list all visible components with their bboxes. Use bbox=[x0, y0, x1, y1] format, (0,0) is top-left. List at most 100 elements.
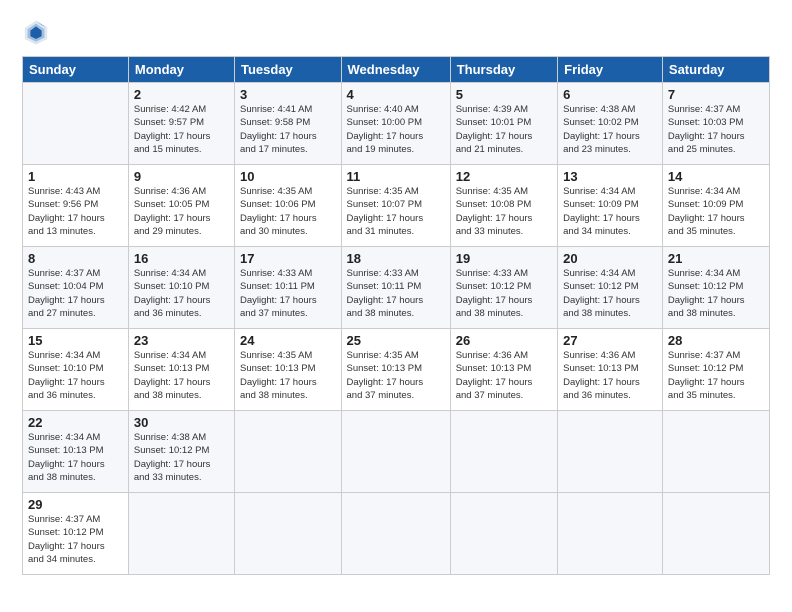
calendar-cell: 18Sunrise: 4:33 AMSunset: 10:11 PMDaylig… bbox=[341, 247, 450, 329]
calendar-cell bbox=[450, 493, 557, 575]
weekday-wednesday: Wednesday bbox=[341, 57, 450, 83]
calendar-cell: 8Sunrise: 4:37 AMSunset: 10:04 PMDayligh… bbox=[23, 247, 129, 329]
day-detail: Sunrise: 4:38 AMSunset: 10:12 PMDaylight… bbox=[134, 431, 229, 484]
logo bbox=[22, 18, 53, 46]
weekday-tuesday: Tuesday bbox=[235, 57, 342, 83]
calendar-cell: 3Sunrise: 4:41 AMSunset: 9:58 PMDaylight… bbox=[235, 83, 342, 165]
calendar-cell bbox=[235, 411, 342, 493]
day-detail: Sunrise: 4:33 AMSunset: 10:12 PMDaylight… bbox=[456, 267, 552, 320]
calendar-cell: 14Sunrise: 4:34 AMSunset: 10:09 PMDaylig… bbox=[662, 165, 769, 247]
day-number: 29 bbox=[28, 497, 123, 512]
calendar-cell: 17Sunrise: 4:33 AMSunset: 10:11 PMDaylig… bbox=[235, 247, 342, 329]
calendar-cell: 6Sunrise: 4:38 AMSunset: 10:02 PMDayligh… bbox=[558, 83, 663, 165]
day-detail: Sunrise: 4:37 AMSunset: 10:03 PMDaylight… bbox=[668, 103, 764, 156]
calendar-cell bbox=[662, 411, 769, 493]
day-number: 17 bbox=[240, 251, 336, 266]
day-detail: Sunrise: 4:37 AMSunset: 10:12 PMDaylight… bbox=[28, 513, 123, 566]
calendar-cell: 15Sunrise: 4:34 AMSunset: 10:10 PMDaylig… bbox=[23, 329, 129, 411]
calendar-table: SundayMondayTuesdayWednesdayThursdayFrid… bbox=[22, 56, 770, 575]
day-detail: Sunrise: 4:35 AMSunset: 10:13 PMDaylight… bbox=[240, 349, 336, 402]
day-detail: Sunrise: 4:41 AMSunset: 9:58 PMDaylight:… bbox=[240, 103, 336, 156]
calendar-cell bbox=[558, 411, 663, 493]
calendar-cell bbox=[128, 493, 234, 575]
day-number: 12 bbox=[456, 169, 552, 184]
day-detail: Sunrise: 4:34 AMSunset: 10:12 PMDaylight… bbox=[563, 267, 657, 320]
calendar-cell: 21Sunrise: 4:34 AMSunset: 10:12 PMDaylig… bbox=[662, 247, 769, 329]
day-number: 8 bbox=[28, 251, 123, 266]
day-detail: Sunrise: 4:34 AMSunset: 10:12 PMDaylight… bbox=[668, 267, 764, 320]
calendar-week-1: 2Sunrise: 4:42 AMSunset: 9:57 PMDaylight… bbox=[23, 83, 770, 165]
day-number: 27 bbox=[563, 333, 657, 348]
calendar-cell: 28Sunrise: 4:37 AMSunset: 10:12 PMDaylig… bbox=[662, 329, 769, 411]
calendar-cell bbox=[235, 493, 342, 575]
day-detail: Sunrise: 4:38 AMSunset: 10:02 PMDaylight… bbox=[563, 103, 657, 156]
day-detail: Sunrise: 4:35 AMSunset: 10:08 PMDaylight… bbox=[456, 185, 552, 238]
day-number: 24 bbox=[240, 333, 336, 348]
weekday-header-row: SundayMondayTuesdayWednesdayThursdayFrid… bbox=[23, 57, 770, 83]
day-number: 3 bbox=[240, 87, 336, 102]
weekday-sunday: Sunday bbox=[23, 57, 129, 83]
day-number: 23 bbox=[134, 333, 229, 348]
day-detail: Sunrise: 4:34 AMSunset: 10:13 PMDaylight… bbox=[134, 349, 229, 402]
weekday-saturday: Saturday bbox=[662, 57, 769, 83]
day-detail: Sunrise: 4:34 AMSunset: 10:10 PMDaylight… bbox=[28, 349, 123, 402]
calendar-cell bbox=[662, 493, 769, 575]
calendar-cell: 4Sunrise: 4:40 AMSunset: 10:00 PMDayligh… bbox=[341, 83, 450, 165]
day-number: 5 bbox=[456, 87, 552, 102]
calendar-cell: 23Sunrise: 4:34 AMSunset: 10:13 PMDaylig… bbox=[128, 329, 234, 411]
day-number: 21 bbox=[668, 251, 764, 266]
day-detail: Sunrise: 4:34 AMSunset: 10:10 PMDaylight… bbox=[134, 267, 229, 320]
day-number: 13 bbox=[563, 169, 657, 184]
day-detail: Sunrise: 4:40 AMSunset: 10:00 PMDaylight… bbox=[347, 103, 445, 156]
day-detail: Sunrise: 4:35 AMSunset: 10:13 PMDaylight… bbox=[347, 349, 445, 402]
calendar-week-6: 29Sunrise: 4:37 AMSunset: 10:12 PMDaylig… bbox=[23, 493, 770, 575]
day-number: 1 bbox=[28, 169, 123, 184]
day-detail: Sunrise: 4:35 AMSunset: 10:06 PMDaylight… bbox=[240, 185, 336, 238]
day-number: 28 bbox=[668, 333, 764, 348]
calendar-cell: 13Sunrise: 4:34 AMSunset: 10:09 PMDaylig… bbox=[558, 165, 663, 247]
day-number: 22 bbox=[28, 415, 123, 430]
day-number: 30 bbox=[134, 415, 229, 430]
day-number: 11 bbox=[347, 169, 445, 184]
calendar-cell: 29Sunrise: 4:37 AMSunset: 10:12 PMDaylig… bbox=[23, 493, 129, 575]
calendar-cell bbox=[558, 493, 663, 575]
weekday-friday: Friday bbox=[558, 57, 663, 83]
calendar-cell: 19Sunrise: 4:33 AMSunset: 10:12 PMDaylig… bbox=[450, 247, 557, 329]
calendar-cell: 7Sunrise: 4:37 AMSunset: 10:03 PMDayligh… bbox=[662, 83, 769, 165]
weekday-monday: Monday bbox=[128, 57, 234, 83]
day-detail: Sunrise: 4:36 AMSunset: 10:13 PMDaylight… bbox=[456, 349, 552, 402]
calendar-cell bbox=[341, 411, 450, 493]
day-number: 9 bbox=[134, 169, 229, 184]
calendar-week-4: 15Sunrise: 4:34 AMSunset: 10:10 PMDaylig… bbox=[23, 329, 770, 411]
day-detail: Sunrise: 4:36 AMSunset: 10:13 PMDaylight… bbox=[563, 349, 657, 402]
day-number: 4 bbox=[347, 87, 445, 102]
day-number: 20 bbox=[563, 251, 657, 266]
calendar-cell: 25Sunrise: 4:35 AMSunset: 10:13 PMDaylig… bbox=[341, 329, 450, 411]
calendar-cell: 16Sunrise: 4:34 AMSunset: 10:10 PMDaylig… bbox=[128, 247, 234, 329]
calendar-week-2: 1Sunrise: 4:43 AMSunset: 9:56 PMDaylight… bbox=[23, 165, 770, 247]
calendar-cell: 9Sunrise: 4:36 AMSunset: 10:05 PMDayligh… bbox=[128, 165, 234, 247]
calendar-cell: 20Sunrise: 4:34 AMSunset: 10:12 PMDaylig… bbox=[558, 247, 663, 329]
calendar-week-5: 22Sunrise: 4:34 AMSunset: 10:13 PMDaylig… bbox=[23, 411, 770, 493]
day-detail: Sunrise: 4:34 AMSunset: 10:09 PMDaylight… bbox=[668, 185, 764, 238]
day-detail: Sunrise: 4:35 AMSunset: 10:07 PMDaylight… bbox=[347, 185, 445, 238]
calendar-cell: 10Sunrise: 4:35 AMSunset: 10:06 PMDaylig… bbox=[235, 165, 342, 247]
day-detail: Sunrise: 4:33 AMSunset: 10:11 PMDaylight… bbox=[240, 267, 336, 320]
calendar-cell: 2Sunrise: 4:42 AMSunset: 9:57 PMDaylight… bbox=[128, 83, 234, 165]
calendar-cell: 24Sunrise: 4:35 AMSunset: 10:13 PMDaylig… bbox=[235, 329, 342, 411]
calendar-cell bbox=[450, 411, 557, 493]
day-number: 15 bbox=[28, 333, 123, 348]
day-number: 14 bbox=[668, 169, 764, 184]
calendar-cell bbox=[341, 493, 450, 575]
day-detail: Sunrise: 4:43 AMSunset: 9:56 PMDaylight:… bbox=[28, 185, 123, 238]
day-number: 10 bbox=[240, 169, 336, 184]
day-detail: Sunrise: 4:33 AMSunset: 10:11 PMDaylight… bbox=[347, 267, 445, 320]
day-detail: Sunrise: 4:42 AMSunset: 9:57 PMDaylight:… bbox=[134, 103, 229, 156]
day-number: 26 bbox=[456, 333, 552, 348]
day-detail: Sunrise: 4:37 AMSunset: 10:04 PMDaylight… bbox=[28, 267, 123, 320]
day-detail: Sunrise: 4:39 AMSunset: 10:01 PMDaylight… bbox=[456, 103, 552, 156]
calendar-week-3: 8Sunrise: 4:37 AMSunset: 10:04 PMDayligh… bbox=[23, 247, 770, 329]
day-number: 19 bbox=[456, 251, 552, 266]
day-number: 6 bbox=[563, 87, 657, 102]
calendar-cell: 11Sunrise: 4:35 AMSunset: 10:07 PMDaylig… bbox=[341, 165, 450, 247]
